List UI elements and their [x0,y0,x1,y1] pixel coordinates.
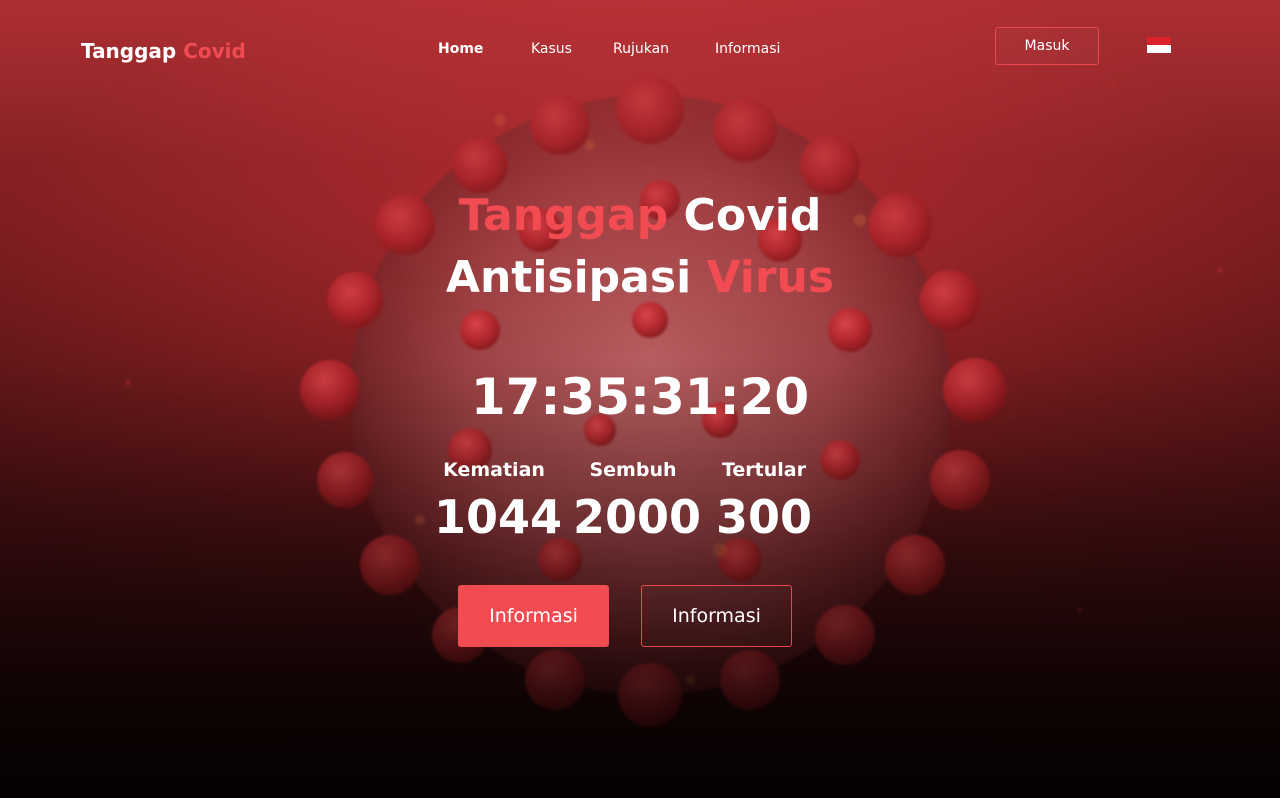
stat-value: 300 [715,490,813,544]
brand-name: Tanggap [81,39,177,63]
countdown-timer: 17:35:31:20 [470,368,810,426]
stat-value: 1044 [434,490,563,544]
nav-item-home[interactable]: Home [438,41,483,57]
stat-kematian: Kematian 1044 [434,459,563,544]
stat-label: Kematian [443,459,545,481]
nav-item-kasus[interactable]: Kasus [531,41,572,57]
stat-label: Tertular [721,459,806,481]
nav-item-rujukan[interactable]: Rujukan [613,41,669,57]
hero-title-line-2: Antisipasi Virus [0,256,1280,300]
hero-title-text-2: Antisipasi [445,252,692,303]
info-primary-button[interactable]: Informasi [458,585,609,647]
hero-title-text-1: Covid [683,190,822,241]
login-button[interactable]: Masuk [995,27,1099,65]
nav-item-informasi[interactable]: Informasi [715,41,780,57]
stat-label: Sembuh [589,459,677,481]
stat-tertular: Tertular 300 [704,459,824,544]
landing-page: Tanggap Covid Home Kasus Rujukan Informa… [0,0,1280,798]
brand-accent: Covid [183,39,246,63]
brand-logo[interactable]: Tanggap Covid [81,39,246,63]
indonesia-flag-icon[interactable] [1147,37,1171,53]
info-secondary-button[interactable]: Informasi [641,585,792,647]
stat-sembuh: Sembuh 2000 [573,459,702,544]
hero-title-accent-1: Tanggap [458,190,669,241]
stat-value: 2000 [573,490,702,544]
hero-title-accent-2: Virus [706,252,835,303]
hero-title-line-1: Tanggap Covid [0,194,1280,238]
